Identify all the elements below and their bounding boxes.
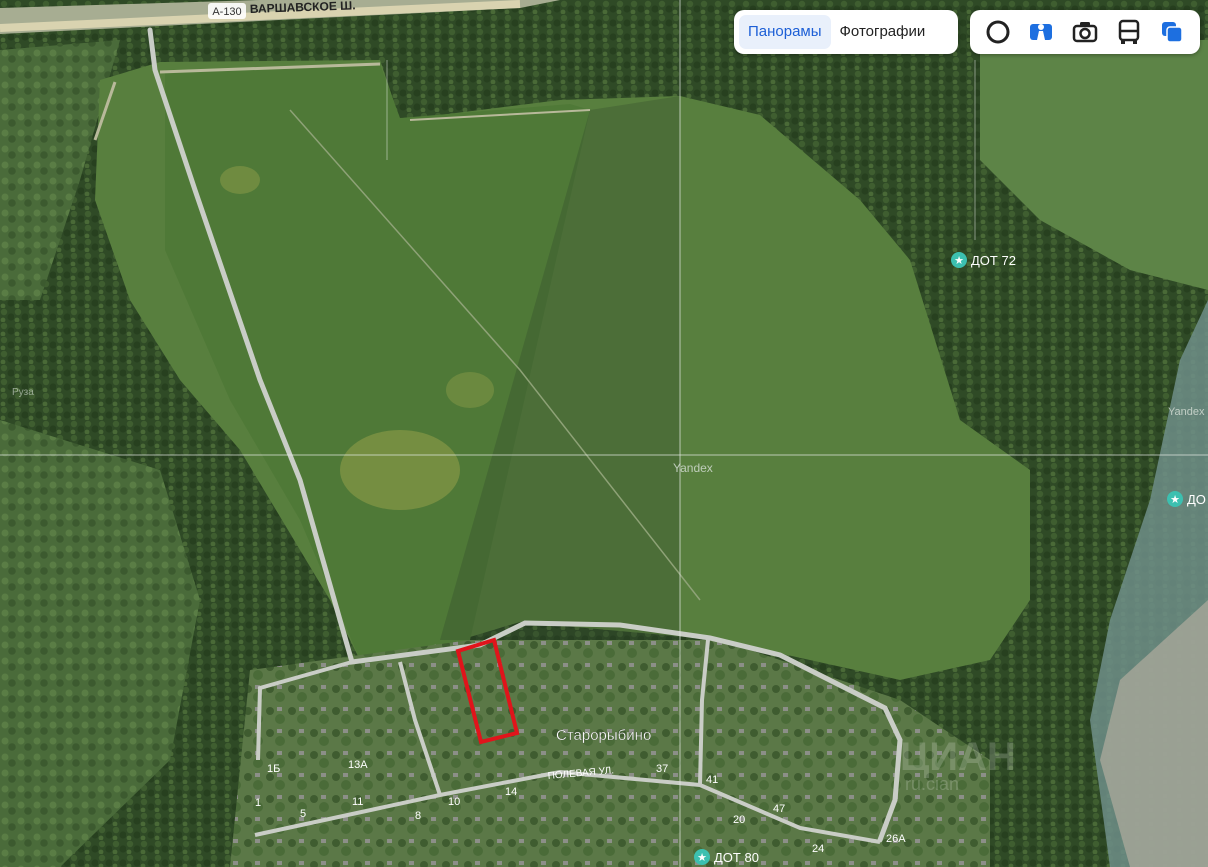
panoramas-tab[interactable]: Панорамы bbox=[739, 15, 831, 49]
house-number: 11 bbox=[352, 796, 363, 808]
poi-dot80[interactable]: ★ ДОТ 80 bbox=[694, 849, 759, 865]
highway-shield-label: А-130 bbox=[212, 6, 241, 18]
yandex-watermark: Yandex bbox=[673, 461, 713, 475]
yandex-watermark-right: Yandex bbox=[1168, 406, 1205, 418]
house-number: 37 bbox=[656, 763, 668, 775]
town-watermark: Руза bbox=[12, 387, 34, 398]
traffic-button[interactable] bbox=[981, 15, 1015, 49]
poi-label: ДОТ 80 bbox=[714, 850, 759, 865]
bus-icon bbox=[1118, 19, 1139, 44]
field-patch bbox=[340, 430, 460, 510]
house-number: 13А bbox=[348, 759, 368, 771]
house-number: 8 bbox=[415, 810, 421, 822]
panoramas-button[interactable] bbox=[1024, 15, 1058, 49]
layers-icon bbox=[1162, 22, 1183, 43]
poi-label: ДО bbox=[1187, 492, 1206, 507]
house-number: 1Б bbox=[267, 763, 280, 775]
map-layers-button[interactable] bbox=[1155, 15, 1189, 49]
satellite-map[interactable]: А-130 ВАРШАВСКОЕ Ш. Yandex Yandex Руза Ц… bbox=[0, 0, 1208, 867]
house-number: 14 bbox=[505, 786, 517, 798]
poi-dot72[interactable]: ★ ДОТ 72 bbox=[951, 252, 1016, 268]
village-label: Старорыбино bbox=[556, 727, 651, 744]
house-number: 26А bbox=[886, 833, 906, 845]
field-patch bbox=[446, 372, 494, 408]
house-number: 5 bbox=[300, 808, 306, 820]
field-patch bbox=[220, 166, 260, 194]
house-number: 20 bbox=[733, 814, 745, 826]
poi-label: ДОТ 72 bbox=[971, 253, 1016, 268]
layer-toggle: Панорамы Фотографии bbox=[734, 10, 958, 54]
star-icon: ★ bbox=[1170, 494, 1180, 506]
house-number: 47 bbox=[773, 803, 785, 815]
cian-watermark-sub: ru.cian bbox=[905, 774, 959, 794]
photos-tab[interactable]: Фотографии bbox=[831, 15, 935, 49]
cian-watermark: ЦИАН bbox=[900, 735, 1016, 779]
house-number: 41 bbox=[706, 774, 718, 786]
transport-button[interactable] bbox=[1112, 15, 1146, 49]
camera-icon bbox=[1072, 22, 1098, 43]
house-number: 10 bbox=[448, 796, 460, 808]
house-number: 24 bbox=[812, 843, 824, 855]
house-number: 1 bbox=[255, 797, 261, 809]
photos-button[interactable] bbox=[1068, 15, 1102, 49]
map-controls bbox=[970, 10, 1200, 54]
poi-do[interactable]: ★ ДО bbox=[1167, 491, 1206, 507]
star-icon: ★ bbox=[954, 255, 964, 267]
traffic-ring-icon bbox=[986, 20, 1010, 44]
panorama-person-icon bbox=[1030, 24, 1053, 40]
star-icon: ★ bbox=[697, 852, 707, 864]
